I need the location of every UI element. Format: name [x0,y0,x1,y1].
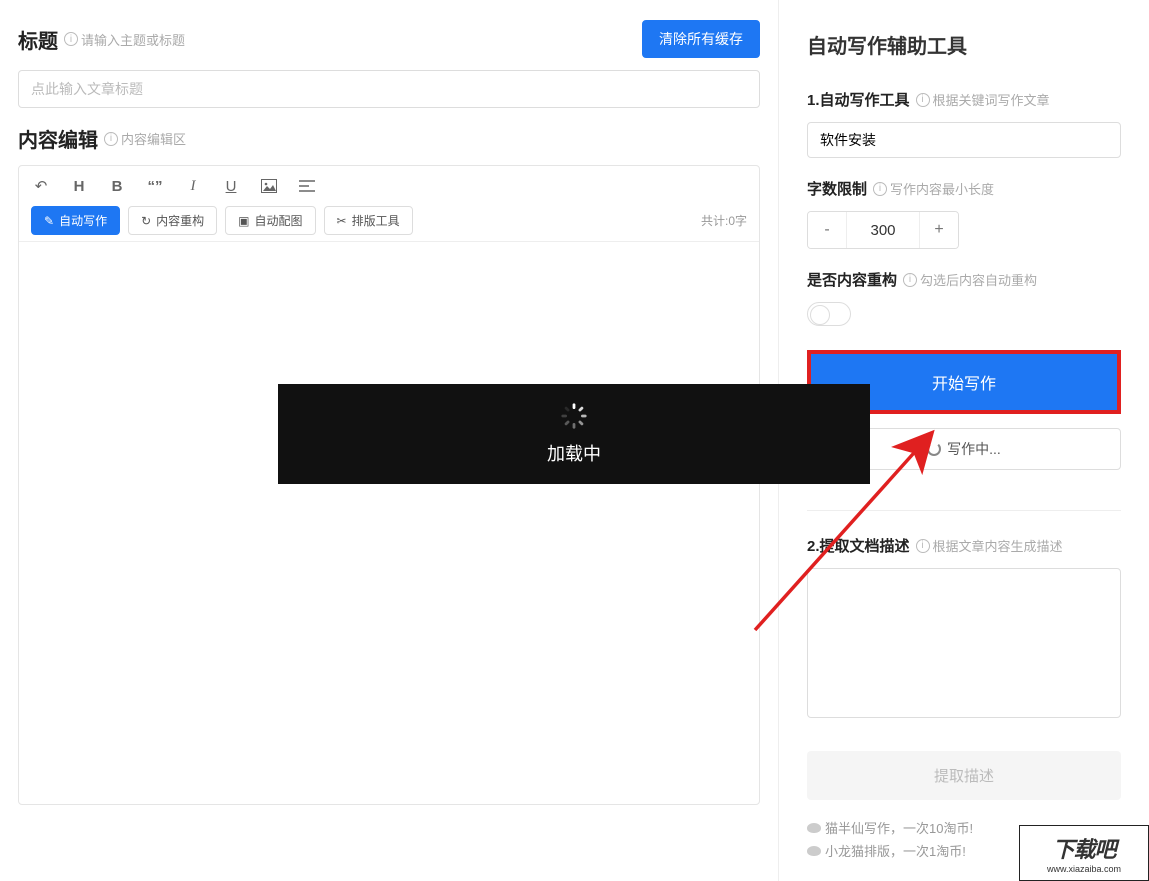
stepper-plus-button[interactable]: + [920,212,958,248]
content-hint-text: 内容编辑区 [121,129,186,148]
cost2-text: 小龙猫排版，一次1淘币! [825,841,966,860]
spinner-icon [927,442,941,456]
word-limit-hint: i 写作内容最小长度 [873,179,994,198]
title-hint-text: 请输入主题或标题 [81,30,185,49]
loading-text: 加载中 [547,440,601,466]
layout-tool-label: 排版工具 [352,212,400,229]
editor-container: ↶ H B “” I U ✎ 自动写作 [18,165,760,805]
section2-label: 2.提取文档描述 [807,535,910,556]
auto-write-button[interactable]: ✎ 自动写作 [31,206,120,235]
rebuild-hint: i 勾选后内容自动重构 [903,270,1037,289]
watermark-name: 下载吧 [1052,832,1115,864]
clear-cache-button[interactable]: 清除所有缓存 [642,20,760,58]
section2-hint: i 根据文章内容生成描述 [916,536,1063,555]
content-rebuild-label: 内容重构 [156,212,204,229]
auto-image-label: 自动配图 [255,212,303,229]
coin-icon [807,846,821,856]
description-textarea[interactable] [807,568,1121,718]
word-limit-label: 字数限制 [807,178,867,199]
info-icon: i [64,32,78,46]
align-icon[interactable] [297,176,317,196]
section2-hint-text: 根据文章内容生成描述 [933,536,1063,555]
stepper-minus-button[interactable]: - [808,212,846,248]
title-input[interactable] [18,70,760,108]
rebuild-label: 是否内容重构 [807,269,897,290]
title-hint: i 请输入主题或标题 [64,30,185,49]
word-count: 共计:0字 [701,212,747,229]
heading-icon[interactable]: H [69,176,89,196]
cost1-text: 猫半仙写作，一次10淘币! [825,818,973,837]
info-icon: i [903,273,917,287]
content-heading: 内容编辑 [18,124,98,153]
quote-icon[interactable]: “” [145,176,165,196]
underline-icon[interactable]: U [221,176,241,196]
rebuild-hint-text: 勾选后内容自动重构 [920,270,1037,289]
content-rebuild-button[interactable]: ↻ 内容重构 [128,206,217,235]
undo-icon[interactable]: ↶ [31,176,51,196]
layout-tool-button[interactable]: ✂ 排版工具 [324,206,413,235]
auto-image-button[interactable]: ▣ 自动配图 [225,206,315,235]
loading-overlay: 加载中 [278,384,870,484]
info-icon: i [916,93,930,107]
pencil-icon: ✎ [44,214,54,228]
info-icon: i [873,182,887,196]
stepper-value-input[interactable] [846,212,920,248]
content-hint: i 内容编辑区 [104,129,186,148]
coin-icon [807,823,821,833]
info-icon: i [104,132,118,146]
picture-icon: ▣ [238,214,249,228]
word-limit-hint-text: 写作内容最小长度 [890,179,994,198]
divider [807,510,1121,511]
writing-status-label: 写作中... [947,439,1001,459]
refresh-icon: ↻ [141,214,151,228]
section1-hint: i 根据关键词写作文章 [916,90,1050,109]
bold-icon[interactable]: B [107,176,127,196]
auto-write-label: 自动写作 [59,212,107,229]
editor-toolbar: ↶ H B “” I U ✎ 自动写作 [19,166,759,242]
word-limit-stepper: - + [807,211,959,249]
loading-spinner-icon [560,402,588,430]
section1-label: 1.自动写作工具 [807,89,910,110]
sidebar-title: 自动写作辅助工具 [807,30,1121,59]
watermark-url: www.xiazaiba.com [1047,864,1121,874]
watermark-logo: 下载吧 www.xiazaiba.com [1019,825,1149,881]
keyword-input[interactable] [807,122,1121,158]
tools-icon: ✂ [337,214,347,228]
image-icon[interactable] [259,176,279,196]
rebuild-toggle[interactable] [807,302,851,326]
section1-hint-text: 根据关键词写作文章 [933,90,1050,109]
title-heading: 标题 [18,25,58,54]
extract-description-button[interactable]: 提取描述 [807,751,1121,800]
info-icon: i [916,539,930,553]
italic-icon[interactable]: I [183,176,203,196]
